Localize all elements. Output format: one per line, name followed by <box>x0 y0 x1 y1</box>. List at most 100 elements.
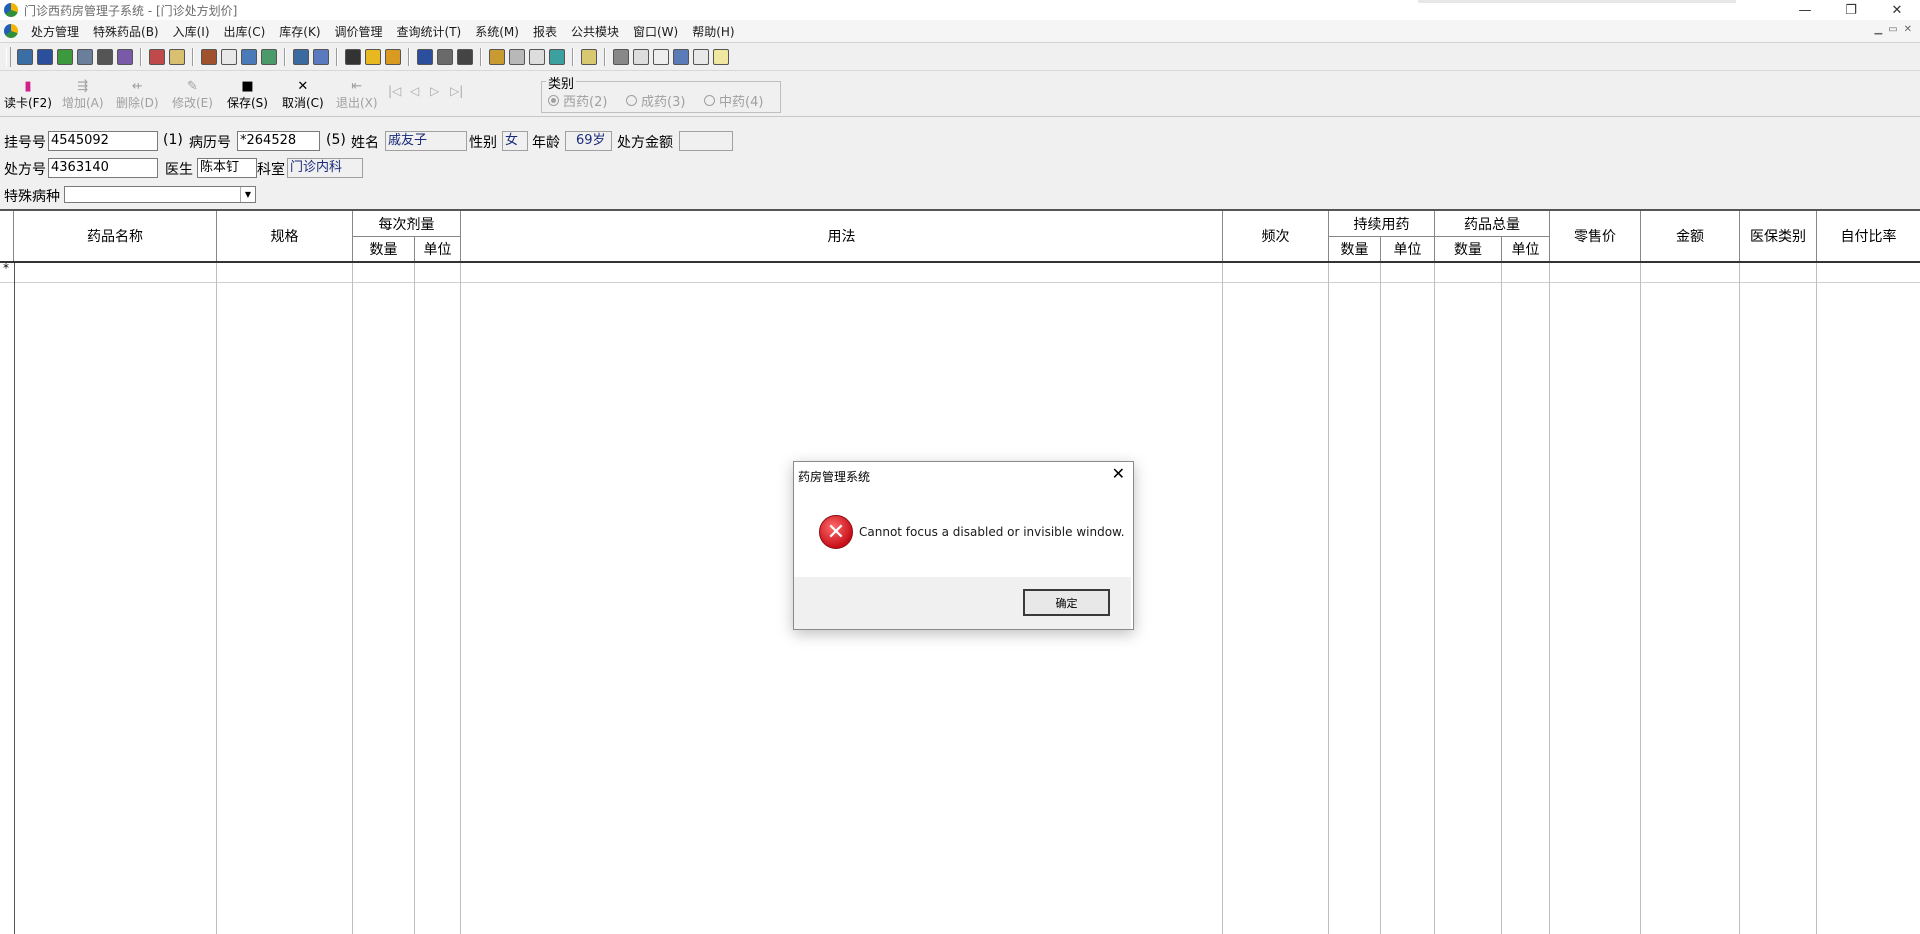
dialog-close-button[interactable]: ✕ <box>1112 464 1125 483</box>
menu-bar: 处方管理 特殊药品(B) 入库(I) 出库(C) 库存(K) 调价管理 查询统计… <box>0 20 1920 43</box>
col-total-qty[interactable]: 数量 <box>1435 236 1502 261</box>
nav-first-icon[interactable]: |◁ <box>388 84 401 98</box>
toolbar-icon-3[interactable] <box>57 49 73 65</box>
col-drug-name[interactable]: 药品名称 <box>14 211 217 261</box>
menu-public-module[interactable]: 公共模块 <box>564 23 626 40</box>
col-dose-qty[interactable]: 数量 <box>353 236 415 261</box>
menu-query-stats[interactable]: 查询统计(T) <box>390 23 469 40</box>
toolbar-icon-30[interactable] <box>693 49 709 65</box>
col-retail-price[interactable]: 零售价 <box>1550 211 1641 261</box>
toolbar-icon-1[interactable] <box>17 49 33 65</box>
col-dose-unit[interactable]: 单位 <box>415 236 461 261</box>
menu-system[interactable]: 系统(M) <box>468 23 526 40</box>
radio-patent-medicine[interactable]: 成药(3) <box>626 91 685 110</box>
dialog-title: 药房管理系统 <box>798 470 871 484</box>
col-amount[interactable]: 金额 <box>1641 211 1740 261</box>
menu-reports[interactable]: 报表 <box>526 23 564 40</box>
close-button[interactable]: ✕ <box>1874 0 1920 20</box>
ok-button[interactable]: 确定 <box>1023 589 1110 616</box>
menu-stock-out[interactable]: 出库(C) <box>217 23 273 40</box>
col-line <box>1549 263 1550 934</box>
toolbar-separator <box>140 48 142 66</box>
col-continuous-qty[interactable]: 数量 <box>1329 236 1381 261</box>
reg-no-input[interactable]: 4545092 <box>48 131 158 151</box>
nav-next-icon[interactable]: ▷ <box>430 84 439 98</box>
menu-window[interactable]: 窗口(W) <box>626 23 685 40</box>
binoculars-icon[interactable] <box>97 49 113 65</box>
toolbar-icon-17[interactable] <box>385 49 401 65</box>
toolbar-icon-26[interactable] <box>613 49 629 65</box>
mdi-minimize-icon[interactable]: ▁ <box>1874 24 1882 35</box>
toolbar-icon-12[interactable] <box>261 49 277 65</box>
delete-button[interactable]: ⇷ 删除(D) <box>116 80 159 111</box>
toolbar-icon-8[interactable] <box>169 49 185 65</box>
col-frequency[interactable]: 频次 <box>1223 211 1329 261</box>
save-label: 保存(S) <box>227 96 268 110</box>
age-field: 69岁 <box>565 131 612 151</box>
menu-price-adjust[interactable]: 调价管理 <box>328 23 390 40</box>
minimize-button[interactable]: — <box>1782 0 1828 20</box>
bell-icon[interactable] <box>365 49 381 65</box>
special-disease-select[interactable]: ▼ <box>64 186 256 203</box>
toolbar-icon-18[interactable] <box>417 49 433 65</box>
col-line <box>414 263 415 934</box>
toolbar-icon-7[interactable] <box>149 49 165 65</box>
menu-inventory[interactable]: 库存(K) <box>272 23 327 40</box>
toolbar-icon-21[interactable] <box>489 49 505 65</box>
clipboard-icon[interactable] <box>713 49 729 65</box>
col-line <box>1501 263 1502 934</box>
folder-up-icon[interactable] <box>581 49 597 65</box>
col-self-pay-ratio[interactable]: 自付比率 <box>1817 211 1920 261</box>
radio-patent-label: 成药(3) <box>641 95 686 110</box>
radio-chinese-medicine[interactable]: 中药(4) <box>704 91 763 110</box>
rx-no-input[interactable]: 4363140 <box>48 158 158 178</box>
error-dialog: 药房管理系统 ✕ ✕ Cannot focus a disabled or in… <box>793 461 1134 630</box>
col-usage[interactable]: 用法 <box>461 211 1223 261</box>
menu-prescription[interactable]: 处方管理 <box>24 23 86 40</box>
toolbar-separator <box>284 48 286 66</box>
menu-help[interactable]: 帮助(H) <box>685 23 741 40</box>
toolbar-icon-24[interactable] <box>549 49 565 65</box>
mdi-restore-icon[interactable]: ▭ <box>1888 24 1897 35</box>
save-button[interactable]: ■ 保存(S) <box>227 80 268 111</box>
toolbar-icon-20[interactable] <box>457 49 473 65</box>
gender-label: 性别 <box>469 135 497 151</box>
toolbar-icon-19[interactable] <box>437 49 453 65</box>
toolbar-icon-11[interactable] <box>241 49 257 65</box>
thermometer-icon[interactable] <box>509 49 525 65</box>
read-card-button[interactable]: ▮ 读卡(F2) <box>4 80 52 111</box>
col-spec[interactable]: 规格 <box>217 211 353 261</box>
record-no-input[interactable]: *264528 <box>237 131 320 151</box>
col-insurance-type[interactable]: 医保类别 <box>1740 211 1817 261</box>
col-total-unit[interactable]: 单位 <box>1502 236 1550 261</box>
nav-last-icon[interactable]: ▷| <box>450 84 463 98</box>
toolbar-icon-4[interactable] <box>77 49 93 65</box>
modify-button[interactable]: ✎ 修改(E) <box>172 80 213 111</box>
cancel-button[interactable]: ✕ 取消(C) <box>282 80 324 111</box>
mdi-close-icon[interactable]: ✕ <box>1904 24 1912 35</box>
zoom-icon[interactable] <box>633 49 649 65</box>
toolbar-icon-14[interactable] <box>313 49 329 65</box>
toolbar-separator <box>572 48 574 66</box>
exit-button[interactable]: ⇤ 退出(X) <box>336 80 378 111</box>
toolbar-icon-13[interactable] <box>293 49 309 65</box>
toolbar-icon-9[interactable] <box>201 49 217 65</box>
toolbar-icon-2[interactable] <box>37 49 53 65</box>
windows-cascade-icon[interactable] <box>673 49 689 65</box>
nav-prev-icon[interactable]: ◁ <box>410 84 419 98</box>
radio-western-medicine[interactable]: 西药(2) <box>548 91 607 110</box>
restore-button[interactable]: ❐ <box>1828 0 1874 20</box>
doctor-input[interactable]: 陈本钉 <box>197 158 257 178</box>
special-disease-label: 特殊病种 <box>4 189 60 205</box>
toolbar-icon-28[interactable] <box>653 49 669 65</box>
col-continuous-unit[interactable]: 单位 <box>1381 236 1435 261</box>
checklist-icon[interactable] <box>221 49 237 65</box>
add-button[interactable]: ⇶ 增加(A) <box>62 80 104 111</box>
toolbar-icon-6[interactable] <box>117 49 133 65</box>
grid-icon[interactable] <box>345 49 361 65</box>
magnifier-icon[interactable] <box>529 49 545 65</box>
menu-app-icon[interactable] <box>4 24 18 38</box>
menu-special-drugs[interactable]: 特殊药品(B) <box>86 23 166 40</box>
chevron-down-icon[interactable]: ▼ <box>240 187 255 202</box>
menu-stock-in[interactable]: 入库(I) <box>166 23 217 40</box>
